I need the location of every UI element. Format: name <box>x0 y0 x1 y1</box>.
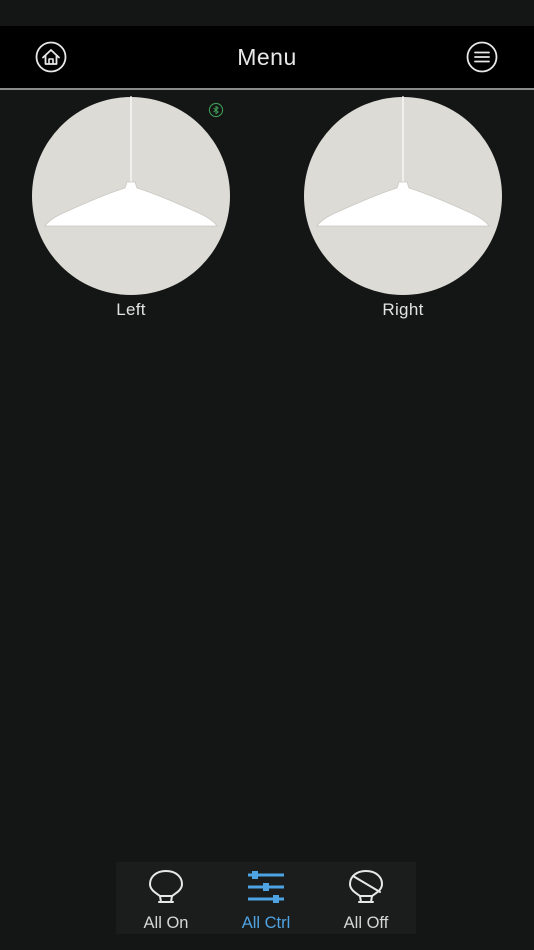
pendant-lamp-icon <box>32 96 230 295</box>
tab-all-ctrl[interactable]: All Ctrl <box>216 862 316 934</box>
tab-all-on[interactable]: All On <box>116 862 216 934</box>
menu-icon <box>466 41 498 73</box>
tab-all-off[interactable]: All Off <box>316 862 416 934</box>
status-bar <box>0 0 534 26</box>
menu-button[interactable] <box>466 41 498 73</box>
lamp-card-left[interactable]: Left <box>31 96 231 326</box>
pendant-lamp-icon <box>304 96 502 295</box>
lamp-card-right[interactable]: Right <box>303 96 503 326</box>
nav-bar: Menu <box>0 26 534 90</box>
bluetooth-status-indicator <box>208 102 224 118</box>
tab-label: All Off <box>343 914 389 932</box>
bulb-on-icon <box>146 868 186 906</box>
lamp-label: Right <box>382 300 424 319</box>
lamp-label: Left <box>116 300 146 319</box>
bottom-tab-bar: All On All Ctrl All Off <box>116 862 416 934</box>
tab-label: All On <box>143 914 189 932</box>
bluetooth-icon <box>208 102 224 118</box>
page-title: Menu <box>237 44 297 70</box>
tab-label: All Ctrl <box>241 914 291 932</box>
sliders-icon <box>246 868 286 906</box>
bulb-off-icon <box>346 868 386 906</box>
